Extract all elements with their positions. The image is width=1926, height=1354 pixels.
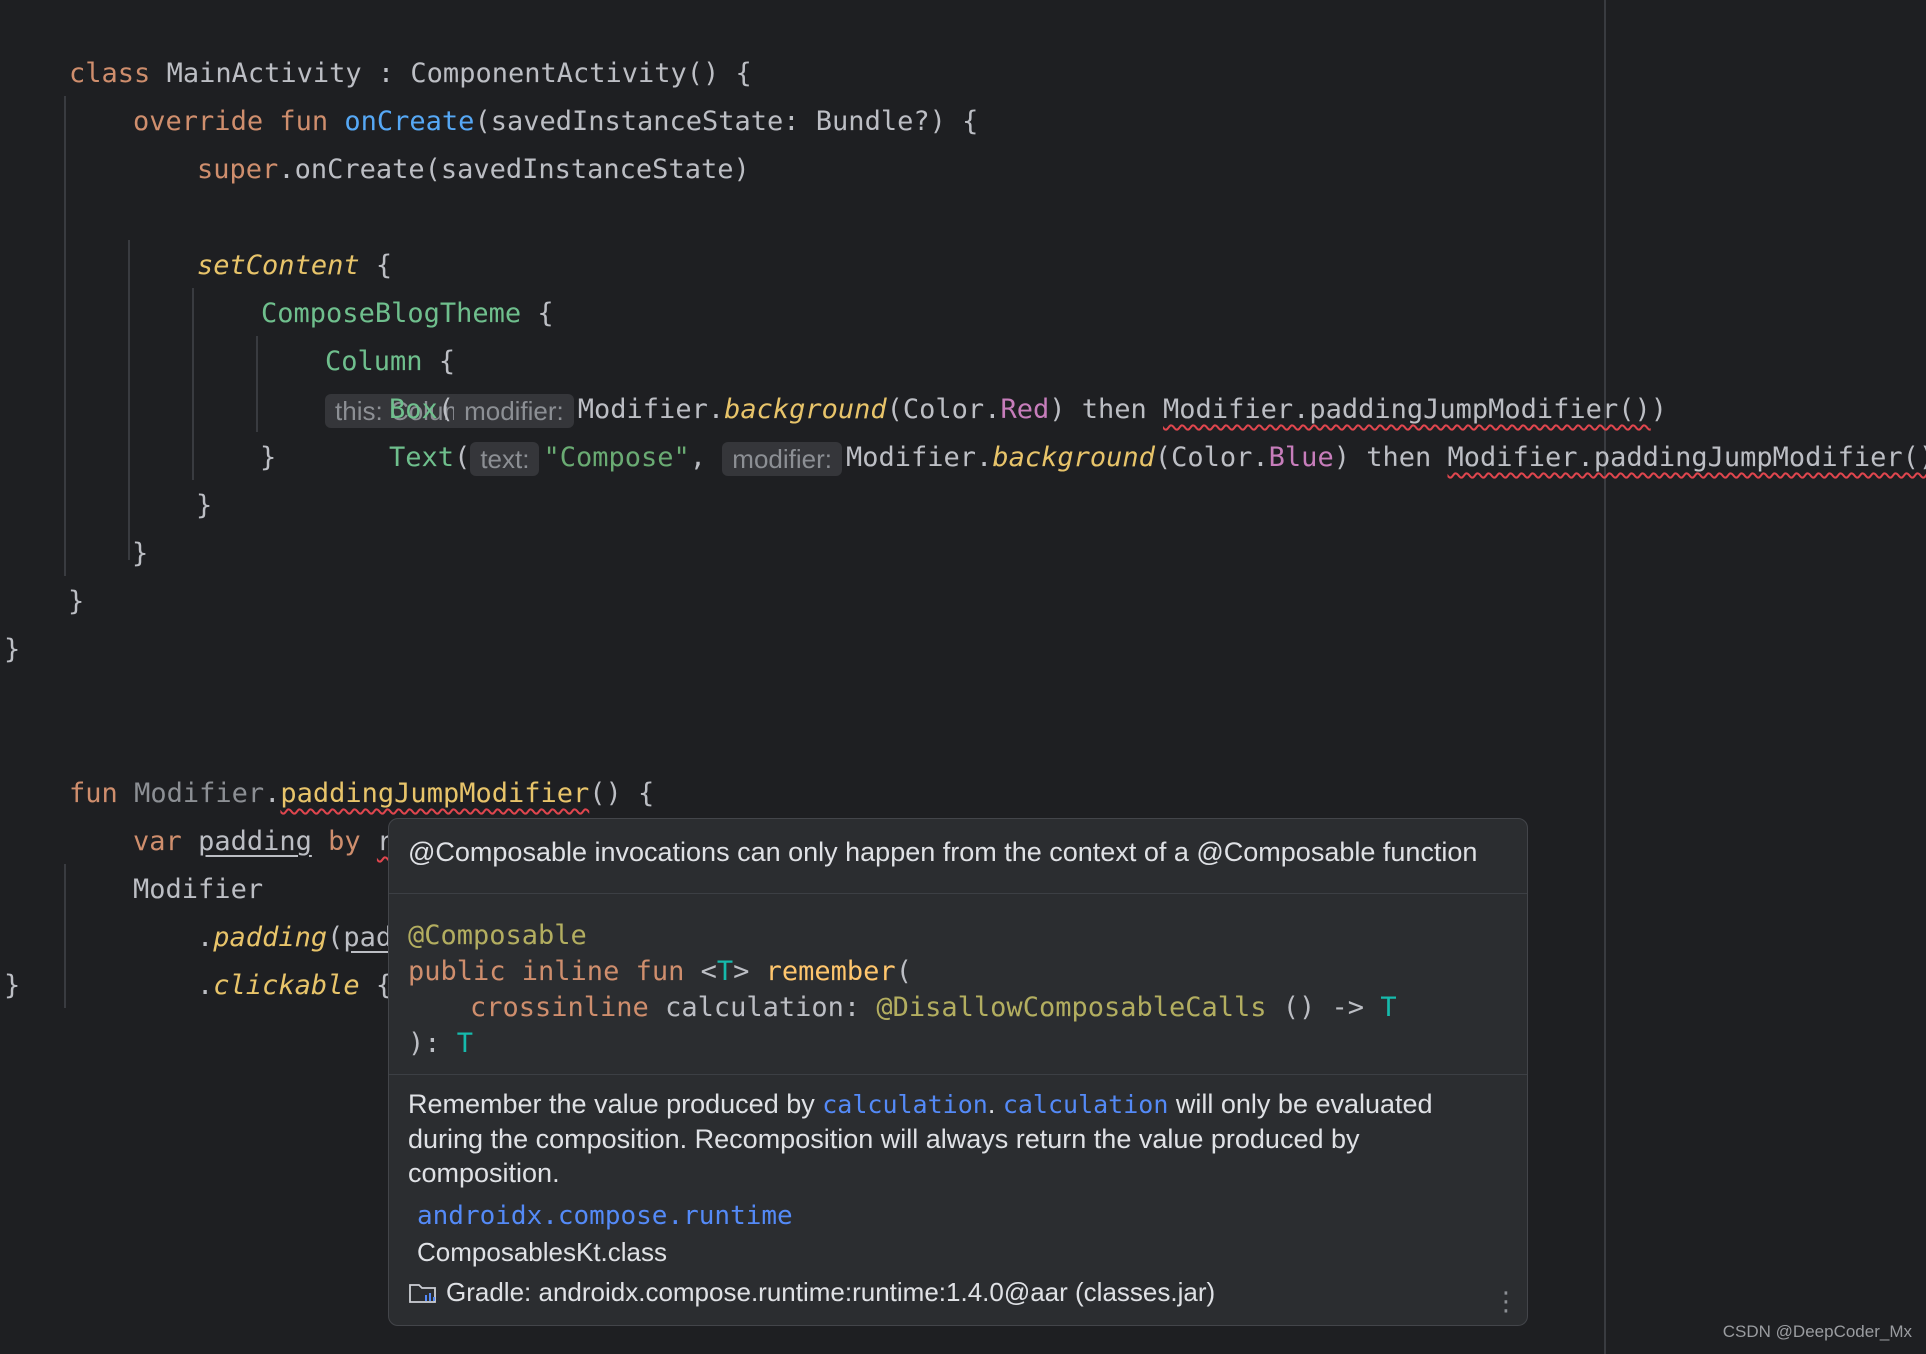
code-line[interactable]: } <box>132 530 148 578</box>
error-highlight[interactable]: Modifier.paddingJumpModifier() <box>1448 442 1926 473</box>
code-line[interactable]: } <box>196 482 212 530</box>
signature-line: crossinline calculation: @DisallowCompos… <box>470 990 1397 1026</box>
function-call: background <box>992 442 1155 473</box>
code-text: Modifier. <box>846 442 993 473</box>
folder-icon <box>408 1281 438 1305</box>
code-line[interactable]: } <box>68 578 84 626</box>
code-text: < <box>684 956 717 987</box>
code-text: , <box>689 442 723 473</box>
indent-guide <box>128 240 130 560</box>
type-parameter: T <box>1380 992 1397 1023</box>
type-parameter: T <box>456 1028 474 1059</box>
keyword: super <box>197 154 279 185</box>
divider <box>389 893 1527 894</box>
code-line[interactable]: Box(modifier: Modifier.background(Color.R… <box>324 338 1667 428</box>
keyword: public inline fun <box>408 956 685 987</box>
code-line[interactable]: super.onCreate(savedInstanceState) <box>132 98 750 185</box>
annotation: @Composable <box>408 920 587 951</box>
code-line[interactable]: class MainActivity : ComponentActivity()… <box>4 2 752 89</box>
string-literal: "Compose" <box>543 442 690 473</box>
more-vertical-icon[interactable]: ⋮ <box>1493 1289 1519 1315</box>
code-text: ): <box>408 1028 457 1059</box>
indent-guide <box>64 96 66 576</box>
doc-text: Remember the value produced by <box>408 1089 823 1119</box>
class-file: ComposablesKt.class <box>417 1237 667 1267</box>
divider <box>389 1074 1527 1075</box>
signature-line: @Composable <box>408 918 587 954</box>
infix-call: then <box>1366 442 1432 473</box>
code-text: .onCreate(savedInstanceState) <box>278 154 750 185</box>
property: Blue <box>1268 442 1334 473</box>
right-margin-guide <box>1604 0 1606 1354</box>
documentation-text: Remember the value produced by calculati… <box>408 1087 1488 1190</box>
indent-guide <box>192 288 194 480</box>
function-call: clickable <box>213 970 360 1001</box>
code-line[interactable]: } <box>4 626 20 674</box>
code-text: ) <box>1333 442 1367 473</box>
quick-documentation-popup[interactable]: @Composable invocations can only happen … <box>388 818 1528 1326</box>
keyword: by <box>328 826 361 857</box>
type-parameter: T <box>716 956 734 987</box>
brace: } <box>4 970 21 1001</box>
code-line[interactable]: Text(text: "Compose", modifier: Modifier.b… <box>324 386 1926 476</box>
gradle-label: Gradle: androidx.compose.runtime:runtime… <box>446 1277 1216 1307</box>
code-text: calculation: <box>648 992 877 1023</box>
package-link[interactable]: androidx.compose.runtime <box>417 1201 793 1231</box>
keyword: crossinline <box>470 992 649 1023</box>
signature-line: ): T <box>408 1026 473 1062</box>
brace: } <box>132 538 149 569</box>
indent-guide <box>256 336 258 432</box>
brace: } <box>260 442 277 473</box>
code-text: () -> <box>1266 992 1381 1023</box>
doc-link[interactable]: calculation <box>1003 1090 1169 1119</box>
brace: } <box>4 634 21 665</box>
code-text: (Color. <box>1154 442 1269 473</box>
doc-link[interactable]: calculation <box>822 1090 988 1119</box>
code-line[interactable]: fun Modifier.paddingJumpModifier() { <box>4 722 654 809</box>
code-line[interactable]: ComposeBlogTheme { <box>196 242 554 329</box>
inlay-hint: text: <box>470 441 540 476</box>
code-line[interactable]: } <box>4 962 20 1010</box>
brace: } <box>68 586 85 617</box>
indent-guide <box>64 864 66 1008</box>
composable-call: Text <box>389 442 455 473</box>
code-line[interactable]: setContent { <box>132 194 392 281</box>
function-name: remember <box>765 956 896 987</box>
signature-line: public inline fun <T> remember( <box>408 954 912 990</box>
code-line[interactable]: Modifier <box>68 818 263 905</box>
brace: } <box>196 490 213 521</box>
annotation: @DisallowComposableCalls <box>876 992 1267 1023</box>
code-text: > <box>733 956 766 987</box>
error-message: @Composable invocations can only happen … <box>408 837 1478 867</box>
code-text: . <box>197 970 214 1001</box>
watermark: CSDN @DeepCoder_Mx <box>1722 1322 1912 1341</box>
code-line[interactable]: override fun onCreate(savedInstanceState… <box>68 50 978 137</box>
code-line[interactable]: } <box>260 434 276 482</box>
code-text: ( <box>454 442 471 473</box>
code-line[interactable]: Column { this: ColumnScope <box>260 290 567 428</box>
code-text: ( <box>895 956 912 987</box>
inlay-hint: modifier: <box>722 441 842 476</box>
gradle-source: Gradle: androidx.compose.runtime:runtime… <box>408 1277 1215 1308</box>
code-line[interactable]: var padding by remember { mutableStateOf… <box>68 770 930 857</box>
doc-text: . <box>987 1089 1003 1119</box>
